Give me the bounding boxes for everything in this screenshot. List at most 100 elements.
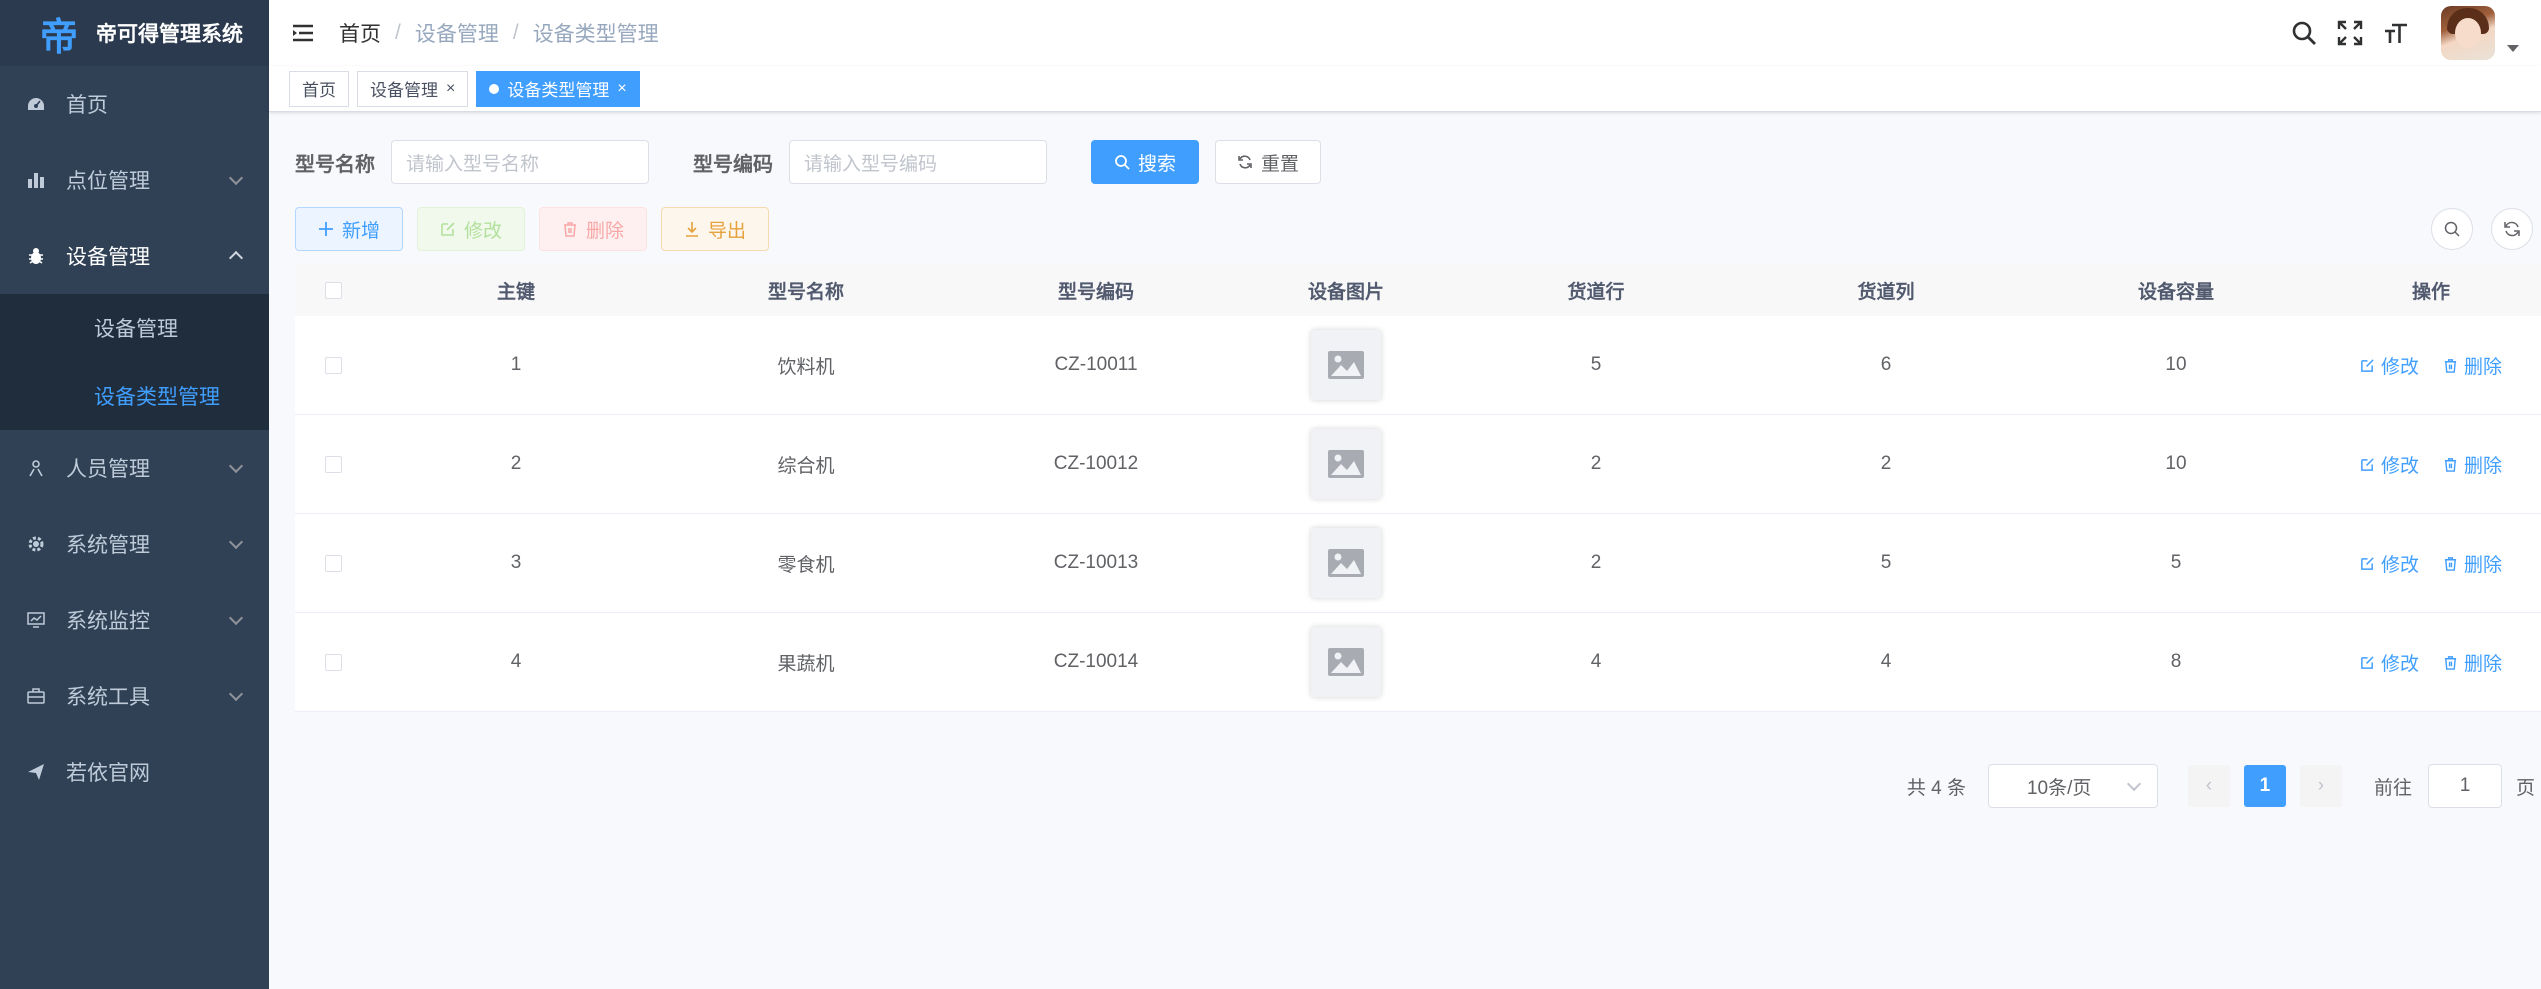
tag-label: 设备管理 [370,81,438,100]
picture-icon[interactable] [1311,330,1381,400]
cell-code: CZ-10014 [1053,651,1139,672]
row-delete-button[interactable]: 删除 [2443,649,2502,676]
header-cell: 型号编码 [1057,281,1134,303]
cell-name: 果蔬机 [777,653,835,675]
toolbar: 新增 修改 删除 导出 [295,207,783,251]
sidebar-item-device[interactable]: 设备管理 [0,218,269,294]
export-button-label: 导出 [707,220,746,242]
breadcrumb-home[interactable]: 首页 [339,18,381,48]
app-title: 帝可得管理系统 [96,23,243,46]
cell-id: 4 [510,651,522,672]
row-checkbox[interactable] [324,455,342,473]
edit-button-label: 修改 [463,220,502,242]
header-cell-select [295,281,371,299]
row-edit-label: 修改 [2380,356,2419,378]
search-button-label: 搜索 [1137,153,1176,175]
page-size-select[interactable]: 10条/页 [1987,764,2158,808]
peoples-icon [26,458,46,478]
row-checkbox[interactable] [324,653,342,671]
close-icon[interactable]: × [446,80,455,98]
edit-icon [2361,655,2374,669]
refresh-icon [2504,221,2520,237]
logo[interactable]: 帝 帝可得管理系统 [0,0,269,66]
table-row: 4 果蔬机 CZ-10014 4 4 8 修改 删除 [295,613,2541,712]
row-edit-button[interactable]: 修改 [2360,451,2419,478]
sidebar-item-monitor[interactable]: 系统监控 [0,582,269,658]
cell-operations: 修改 删除 [2321,352,2541,379]
table-row: 3 零食机 CZ-10013 2 5 5 修改 删除 [295,514,2541,613]
row-checkbox[interactable] [324,356,342,374]
model-name-input[interactable]: 请输入型号名称 [391,140,649,184]
refresh-button[interactable] [2491,208,2533,250]
row-delete-button[interactable]: 删除 [2443,352,2502,379]
cell-operations: 修改 删除 [2321,451,2541,478]
cell-image [1241,528,1451,598]
delete-icon [2444,655,2457,670]
cell-col: 6 [1880,354,1892,375]
sidebar-item-people[interactable]: 人员管理 [0,430,269,506]
close-icon[interactable]: × [617,80,626,98]
chevron-down-icon [228,458,244,474]
edit-icon [2361,358,2374,372]
row-edit-button[interactable]: 修改 [2360,352,2419,379]
page-number[interactable]: 1 [2243,765,2286,807]
row-edit-button[interactable]: 修改 [2360,649,2419,676]
goto-page-input[interactable]: 1 [2427,764,2502,808]
page-unit-label: 页 [2515,777,2535,799]
row-edit-button[interactable]: 修改 [2360,550,2419,577]
tag-label: 设备类型管理 [507,81,610,100]
edit-icon [441,222,455,236]
sidebar-item-official-site[interactable]: 若依官网 [0,734,269,810]
breadcrumb-device-type: 设备类型管理 [532,23,659,46]
sidebar-item-location[interactable]: 点位管理 [0,142,269,218]
caret-down-icon[interactable] [2507,44,2519,52]
model-code-input[interactable]: 请输入型号编码 [789,140,1047,184]
add-button[interactable]: 新增 [295,207,403,251]
sidebar-item-label: 系统管理 [66,534,150,557]
sidebar-subitem-device-manage[interactable]: 设备管理 [0,294,269,362]
header-cell: 主键 [496,281,535,303]
cell-name: 饮料机 [777,356,835,378]
next-page-button[interactable]: › [2299,765,2342,807]
tag-device-type[interactable]: 设备类型管理 × [476,70,640,107]
export-button[interactable]: 导出 [661,207,769,251]
toggle-search-button[interactable] [2431,208,2473,250]
cell-row: 5 [1590,354,1602,375]
sidebar-item-home[interactable]: 首页 [0,66,269,142]
picture-icon[interactable] [1311,528,1381,598]
reset-button[interactable]: 重置 [1215,140,1321,184]
search-button[interactable]: 搜索 [1091,140,1199,184]
reset-button-label: 重置 [1260,153,1299,175]
sidebar-item-system[interactable]: 系统管理 [0,506,269,582]
fullscreen-icon[interactable] [2335,18,2365,48]
hamburger-icon[interactable] [291,21,315,45]
delete-icon [2444,457,2457,472]
delete-button[interactable]: 删除 [539,207,647,251]
row-delete-button[interactable]: 删除 [2443,550,2502,577]
row-checkbox[interactable] [324,554,342,572]
select-all-checkbox[interactable] [324,281,342,299]
chevron-down-icon [228,610,244,626]
font-size-icon[interactable] [2381,18,2411,48]
picture-icon[interactable] [1311,627,1381,697]
chevron-down-icon [228,534,244,550]
chevron-down-icon [228,686,244,702]
picture-icon[interactable] [1311,429,1381,499]
row-delete-label: 删除 [2464,356,2503,378]
row-delete-button[interactable]: 删除 [2443,451,2502,478]
sidebar-subitem-device-type[interactable]: 设备类型管理 [0,362,269,430]
avatar[interactable] [2441,6,2495,60]
cell-id: 2 [510,453,522,474]
cell-operations: 修改 删除 [2321,649,2541,676]
download-icon [685,222,698,237]
prev-page-button[interactable]: ‹ [2187,765,2230,807]
sidebar-item-tools[interactable]: 系统工具 [0,658,269,734]
search-icon[interactable] [2289,18,2319,48]
edit-button[interactable]: 修改 [417,207,525,251]
plus-icon [318,222,333,236]
tag-home[interactable]: 首页 [289,70,349,107]
page-size-value: 10条/页 [2026,777,2092,799]
chevron-down-icon [228,170,244,186]
table-row: 1 饮料机 CZ-10011 5 6 10 修改 删除 [295,316,2541,415]
tag-device-manage[interactable]: 设备管理 × [357,70,469,107]
